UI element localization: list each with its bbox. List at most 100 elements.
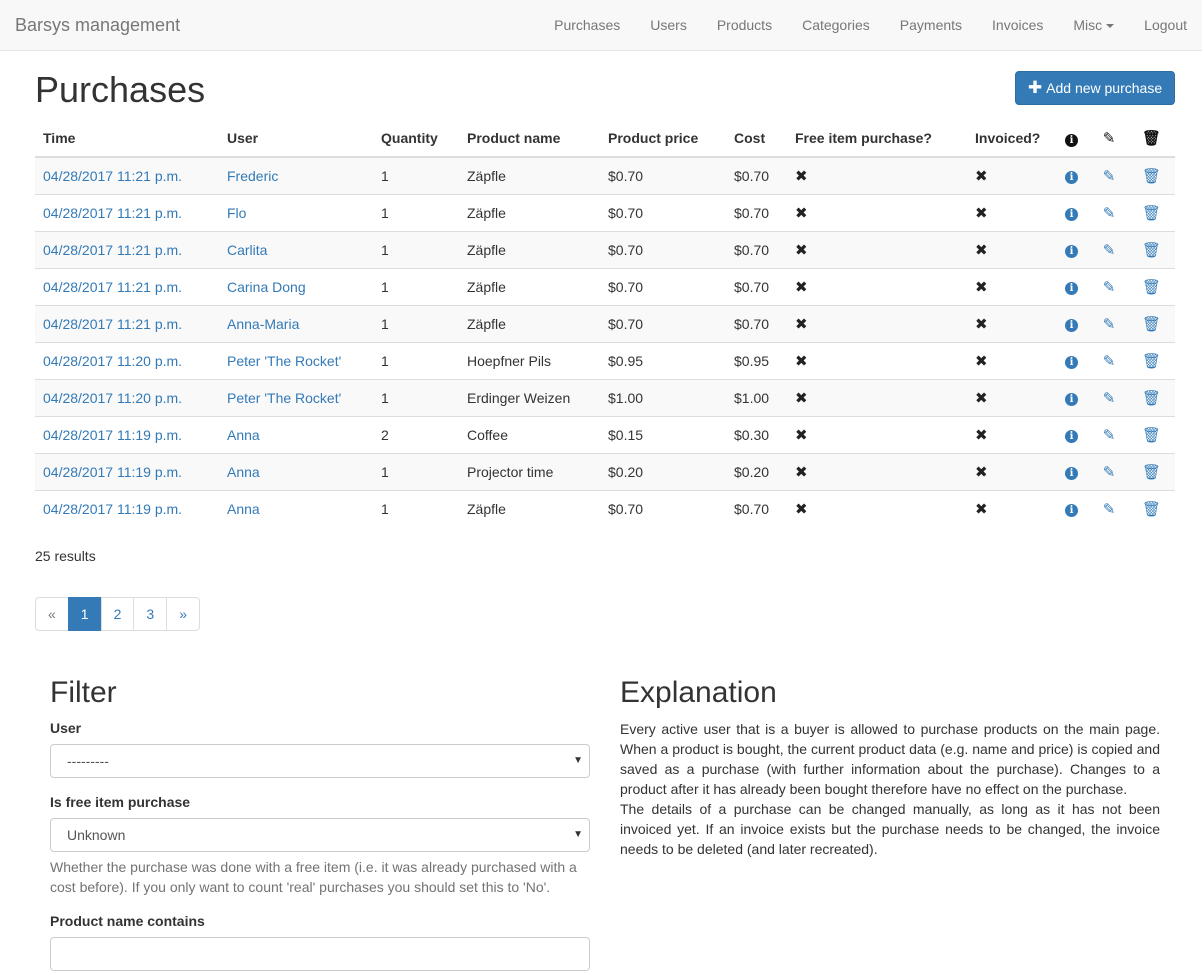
time-link[interactable]: 04/28/2017 11:21 p.m. <box>43 316 182 332</box>
nav-products[interactable]: Products <box>702 0 787 50</box>
user-link[interactable]: Peter 'The Rocket' <box>227 353 341 369</box>
brand-link[interactable]: Barsys management <box>15 15 180 35</box>
cell-quantity: 1 <box>373 489 459 527</box>
cell-product-name: Coffee <box>459 415 600 453</box>
user-link[interactable]: Anna-Maria <box>227 316 299 332</box>
nav-invoices[interactable]: Invoices <box>977 0 1058 50</box>
user-link[interactable]: Carlita <box>227 242 267 258</box>
nav-users[interactable]: Users <box>635 0 702 50</box>
pencil-icon[interactable]: ✎ <box>1103 427 1116 444</box>
info-icon[interactable]: i <box>1065 356 1078 369</box>
user-link[interactable]: Anna <box>227 501 260 517</box>
cell-delete: 🗑 <box>1128 230 1175 268</box>
trash-icon[interactable]: 🗑 <box>1142 205 1161 222</box>
cell-time: 04/28/2017 11:20 p.m. <box>35 378 219 416</box>
time-link[interactable]: 04/28/2017 11:19 p.m. <box>43 427 182 443</box>
user-link[interactable]: Peter 'The Rocket' <box>227 390 341 406</box>
page-next[interactable]: » <box>166 597 200 631</box>
time-link[interactable]: 04/28/2017 11:21 p.m. <box>43 168 182 184</box>
cross-icon: ✖ <box>975 352 988 370</box>
cell-info: i <box>1053 156 1090 194</box>
table-row: 04/28/2017 11:21 p.m. Carina Dong 1 Zäpfle $… <box>35 267 1175 305</box>
col-invoiced[interactable]: Invoiced? <box>967 120 1053 158</box>
cell-info: i <box>1053 267 1090 305</box>
info-icon[interactable]: i <box>1065 430 1078 443</box>
trash-icon[interactable]: 🗑 <box>1142 501 1161 518</box>
cell-free-item: ✖ <box>787 267 967 305</box>
time-link[interactable]: 04/28/2017 11:19 p.m. <box>43 501 182 517</box>
time-link[interactable]: 04/28/2017 11:21 p.m. <box>43 279 182 295</box>
info-icon[interactable]: i <box>1065 208 1078 221</box>
trash-icon[interactable]: 🗑 <box>1142 242 1161 259</box>
pencil-icon[interactable]: ✎ <box>1103 501 1116 518</box>
cell-info: i <box>1053 378 1090 416</box>
info-icon[interactable]: i <box>1065 282 1078 295</box>
info-icon[interactable]: i <box>1065 504 1078 518</box>
trash-icon[interactable]: 🗑 <box>1142 279 1161 296</box>
user-link[interactable]: Carina Dong <box>227 279 306 295</box>
time-link[interactable]: 04/28/2017 11:19 p.m. <box>43 464 182 480</box>
cell-edit: ✎ <box>1090 230 1128 268</box>
pencil-icon[interactable]: ✎ <box>1103 279 1116 296</box>
nav-categories[interactable]: Categories <box>787 0 885 50</box>
cell-user: Carina Dong <box>219 267 373 305</box>
page-1[interactable]: 1 <box>67 597 102 631</box>
table-row: 04/28/2017 11:21 p.m. Anna-Maria 1 Zäpfle $0… <box>35 304 1175 342</box>
col-product-price[interactable]: Product price <box>600 120 726 158</box>
time-link[interactable]: 04/28/2017 11:21 p.m. <box>43 205 182 221</box>
col-free-item[interactable]: Free item purchase? <box>787 120 967 158</box>
pencil-icon[interactable]: ✎ <box>1103 390 1116 407</box>
product-name-filter-input[interactable] <box>50 937 590 971</box>
nav-payments[interactable]: Payments <box>885 0 977 50</box>
trash-icon[interactable]: 🗑 <box>1142 168 1161 185</box>
nav-purchases[interactable]: Purchases <box>539 0 635 50</box>
cell-user: Anna <box>219 452 373 490</box>
trash-icon[interactable]: 🗑 <box>1142 427 1161 444</box>
pencil-icon[interactable]: ✎ <box>1103 464 1116 481</box>
trash-icon[interactable]: 🗑 <box>1142 316 1161 333</box>
page-2[interactable]: 2 <box>100 597 135 631</box>
trash-icon[interactable]: 🗑 <box>1142 390 1161 407</box>
trash-icon[interactable]: 🗑 <box>1142 464 1161 481</box>
trash-icon[interactable]: 🗑 <box>1142 353 1161 370</box>
time-link[interactable]: 04/28/2017 11:20 p.m. <box>43 390 182 406</box>
explanation-paragraph-2: The details of a purchase can be changed… <box>620 801 1160 857</box>
page-prev[interactable]: « <box>35 597 69 631</box>
cross-icon: ✖ <box>975 241 988 259</box>
user-link[interactable]: Anna <box>227 464 260 480</box>
col-product-name[interactable]: Product name <box>459 120 600 158</box>
cell-user: Carlita <box>219 230 373 268</box>
caret-down-icon <box>1106 24 1115 29</box>
cell-delete: 🗑 <box>1128 341 1175 379</box>
cell-cost: $0.70 <box>726 230 787 268</box>
col-quantity[interactable]: Quantity <box>373 120 459 158</box>
cell-product-name: Zäpfle <box>459 193 600 231</box>
nav-misc-dropdown[interactable]: Misc <box>1058 0 1129 50</box>
free-item-filter-select[interactable]: Unknown ▼ <box>50 818 590 852</box>
user-link[interactable]: Anna <box>227 427 260 443</box>
info-icon[interactable]: i <box>1065 171 1078 185</box>
time-link[interactable]: 04/28/2017 11:21 p.m. <box>43 242 182 258</box>
col-time[interactable]: Time <box>35 120 219 158</box>
pencil-icon[interactable]: ✎ <box>1103 168 1116 185</box>
info-icon[interactable]: i <box>1065 393 1078 406</box>
user-filter-select[interactable]: --------- ▼ <box>50 744 590 778</box>
page-3[interactable]: 3 <box>133 597 168 631</box>
col-cost[interactable]: Cost <box>726 120 787 158</box>
time-link[interactable]: 04/28/2017 11:20 p.m. <box>43 353 182 369</box>
user-link[interactable]: Flo <box>227 205 246 221</box>
cell-quantity: 1 <box>373 230 459 268</box>
pagination: « 1 2 3 » <box>35 597 200 631</box>
pencil-icon[interactable]: ✎ <box>1103 242 1116 259</box>
info-icon[interactable]: i <box>1065 467 1078 480</box>
nav-logout[interactable]: Logout <box>1129 0 1202 50</box>
add-purchase-button[interactable]: ✚ Add new purchase <box>1015 71 1175 105</box>
cell-time: 04/28/2017 11:21 p.m. <box>35 267 219 305</box>
pencil-icon[interactable]: ✎ <box>1103 316 1116 333</box>
user-link[interactable]: Frederic <box>227 168 278 184</box>
pencil-icon[interactable]: ✎ <box>1103 205 1116 222</box>
col-user[interactable]: User <box>219 120 373 158</box>
info-icon[interactable]: i <box>1065 319 1078 332</box>
info-icon[interactable]: i <box>1065 245 1078 258</box>
pencil-icon[interactable]: ✎ <box>1103 353 1116 370</box>
